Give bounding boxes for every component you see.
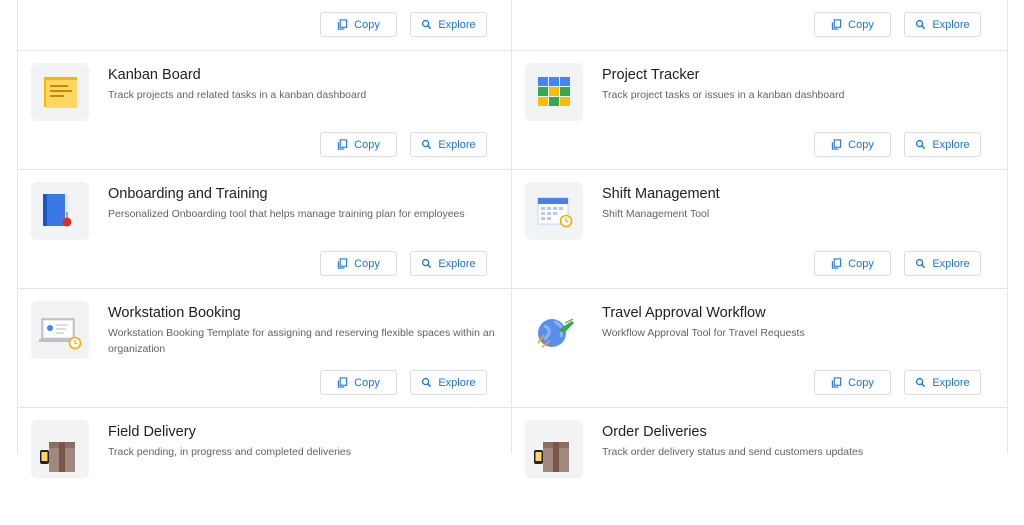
- explore-label: Explore: [932, 18, 970, 31]
- template-card-order-deliveries[interactable]: Order Deliveries Track order delivery st…: [512, 407, 1006, 525]
- template-card-shift-management[interactable]: Shift Management Shift Management Tool C…: [512, 169, 1006, 287]
- copy-button[interactable]: Copy: [320, 132, 397, 157]
- binder-icon: [31, 182, 89, 240]
- search-icon: [916, 19, 926, 30]
- explore-label: Explore: [932, 138, 970, 151]
- sticky-notes-icon: [31, 63, 89, 121]
- explore-label: Explore: [932, 376, 970, 389]
- template-card-kanban-board[interactable]: Kanban Board Track projects and related …: [18, 50, 512, 168]
- package-icon: [525, 420, 583, 478]
- search-icon: [916, 377, 926, 388]
- search-icon: [422, 19, 432, 30]
- copy-label: Copy: [848, 138, 874, 151]
- copy-label: Copy: [848, 18, 874, 31]
- card-description: Workstation Booking Template for assigni…: [108, 327, 495, 355]
- explore-button[interactable]: Explore: [410, 370, 487, 395]
- copy-button[interactable]: Copy: [320, 251, 397, 276]
- search-icon: [422, 139, 432, 150]
- copy-icon: [337, 258, 348, 269]
- card-title: Onboarding and Training: [108, 186, 268, 202]
- explore-button[interactable]: Explore: [904, 370, 981, 395]
- copy-icon: [831, 139, 842, 150]
- copy-icon: [337, 139, 348, 150]
- explore-label: Explore: [438, 138, 476, 151]
- card-description: Workflow Approval Tool for Travel Reques…: [602, 327, 805, 339]
- explore-label: Explore: [438, 376, 476, 389]
- copy-button[interactable]: Copy: [814, 12, 891, 37]
- package-icon: [31, 420, 89, 478]
- copy-icon: [337, 19, 348, 30]
- card-title: Field Delivery: [108, 424, 196, 440]
- copy-icon: [831, 377, 842, 388]
- search-icon: [916, 139, 926, 150]
- explore-button[interactable]: Explore: [904, 12, 981, 37]
- explore-button[interactable]: Explore: [410, 132, 487, 157]
- explore-button[interactable]: Explore: [410, 251, 487, 276]
- card-description: Track pending, in progress and completed…: [108, 446, 351, 458]
- explore-label: Explore: [932, 257, 970, 270]
- template-card-onboarding-and-training[interactable]: Onboarding and Training Personalized Onb…: [18, 169, 512, 287]
- card-description: Track projects and related tasks in a ka…: [108, 89, 367, 101]
- card-title: Travel Approval Workflow: [602, 305, 766, 321]
- copy-button[interactable]: Copy: [320, 370, 397, 395]
- copy-label: Copy: [848, 257, 874, 270]
- copy-label: Copy: [354, 18, 380, 31]
- explore-label: Explore: [438, 257, 476, 270]
- template-card: Copy Explore: [512, 0, 1006, 37]
- card-title: Kanban Board: [108, 67, 201, 83]
- card-title: Workstation Booking: [108, 305, 241, 321]
- explore-button[interactable]: Explore: [904, 251, 981, 276]
- copy-label: Copy: [354, 257, 380, 270]
- globe-plane-icon: [525, 301, 583, 359]
- copy-icon: [337, 377, 348, 388]
- card-description: Personalized Onboarding tool that helps …: [108, 208, 465, 220]
- search-icon: [916, 258, 926, 269]
- copy-label: Copy: [354, 138, 380, 151]
- copy-icon: [831, 258, 842, 269]
- card-title: Order Deliveries: [602, 424, 707, 440]
- template-card-travel-approval-workflow[interactable]: Travel Approval Workflow Workflow Approv…: [512, 288, 1006, 406]
- copy-button[interactable]: Copy: [814, 370, 891, 395]
- copy-icon: [831, 19, 842, 30]
- card-description: Track project tasks or issues in a kanba…: [602, 89, 845, 101]
- card-title: Project Tracker: [602, 67, 700, 83]
- copy-button[interactable]: Copy: [320, 12, 397, 37]
- template-card-field-delivery[interactable]: Field Delivery Track pending, in progres…: [18, 407, 512, 525]
- calendar-clock-icon: [525, 182, 583, 240]
- copy-button[interactable]: Copy: [814, 132, 891, 157]
- card-description: Track order delivery status and send cus…: [602, 446, 864, 458]
- search-icon: [422, 258, 432, 269]
- laptop-clock-icon: [31, 301, 89, 359]
- card-description: Shift Management Tool: [602, 208, 710, 220]
- copy-label: Copy: [848, 376, 874, 389]
- explore-label: Explore: [438, 18, 476, 31]
- color-grid-icon: [525, 63, 583, 121]
- template-card-project-tracker[interactable]: Project Tracker Track project tasks or i…: [512, 50, 1006, 168]
- template-card: Copy Explore: [18, 0, 512, 37]
- card-title: Shift Management: [602, 186, 720, 202]
- search-icon: [422, 377, 432, 388]
- explore-button[interactable]: Explore: [904, 132, 981, 157]
- copy-button[interactable]: Copy: [814, 251, 891, 276]
- copy-label: Copy: [354, 376, 380, 389]
- template-card-workstation-booking[interactable]: Workstation Booking Workstation Booking …: [18, 288, 512, 406]
- explore-button[interactable]: Explore: [410, 12, 487, 37]
